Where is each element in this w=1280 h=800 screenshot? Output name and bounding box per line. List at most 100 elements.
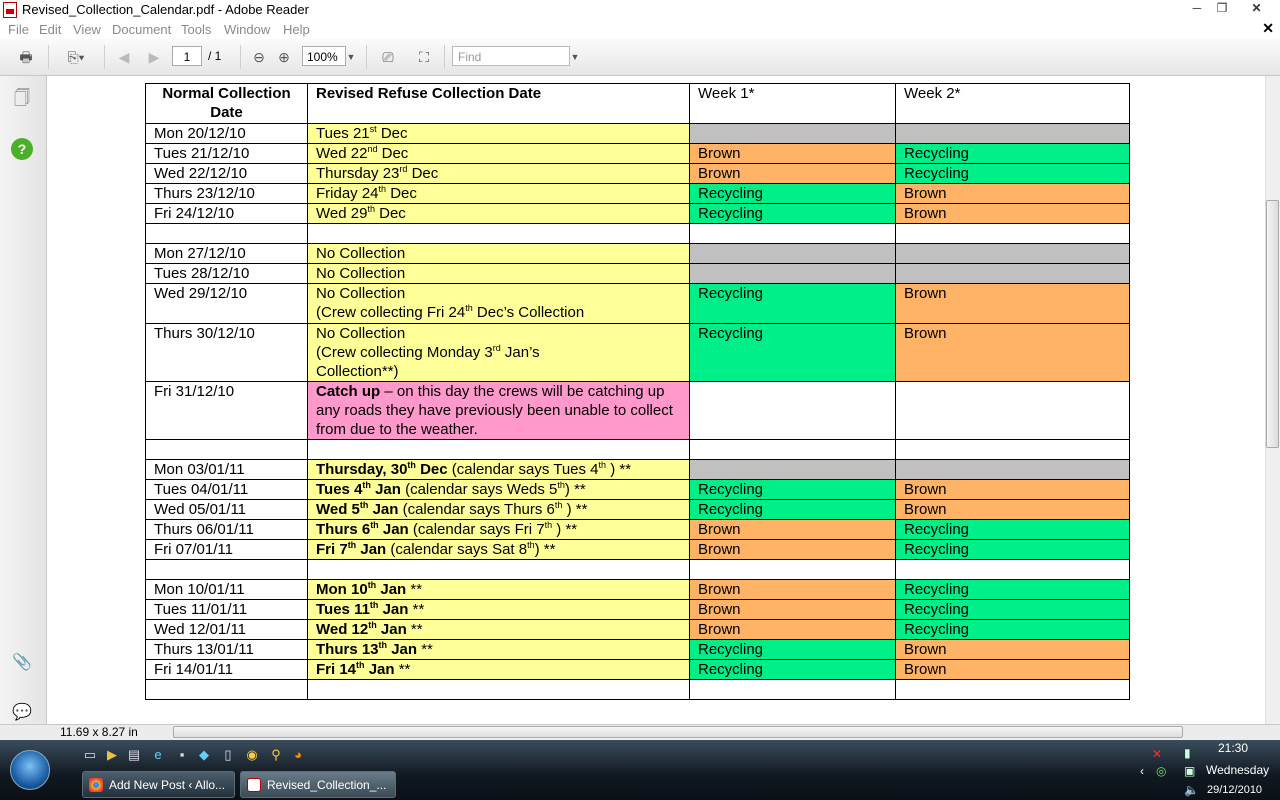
menu-file[interactable]: File — [8, 22, 29, 37]
revised-date-cell: Fri 14th Jan ** — [307, 659, 690, 680]
header-revised-date: Revised Refuse Collection Date — [307, 83, 690, 124]
table-row: Fri 24/12/10 Wed 29th Dec Recycling Brow… — [145, 203, 1130, 224]
search-icon[interactable]: ⚲ — [268, 747, 284, 763]
zoom-dropdown-chevron-icon[interactable]: ▼ — [346, 47, 356, 67]
volume-icon[interactable]: 🔈 — [1184, 783, 1199, 797]
week1-cell: Recycling — [689, 203, 896, 224]
show-hidden-icons-chevron-icon[interactable]: ‹ — [1140, 764, 1144, 778]
calendar-note: ** — [394, 661, 411, 678]
explorer-icon[interactable]: ▤ — [126, 747, 142, 763]
revised-text: Jan — [364, 661, 395, 678]
menu-view[interactable]: View — [73, 22, 101, 37]
pages-panel-icon[interactable]: 🗍 — [11, 88, 33, 110]
attachments-paperclip-icon[interactable]: 📎 — [11, 652, 33, 674]
page-size-label: 11.69 x 8.27 in — [60, 725, 138, 739]
toolbar-separator — [48, 45, 49, 69]
menu-help[interactable]: Help — [283, 22, 310, 37]
week2-cell: Brown — [895, 499, 1130, 520]
network-warning-icon[interactable]: ✕ — [1152, 747, 1162, 761]
header-week2: Week 2* — [895, 83, 1130, 124]
taskbar-task-browser[interactable]: Add New Post ‹ Allo... — [82, 771, 235, 798]
menu-document[interactable]: Document — [112, 22, 171, 37]
revised-text: Dec — [374, 205, 406, 222]
week1-cell — [689, 123, 896, 144]
clock-date[interactable]: 29/12/2010 — [1207, 784, 1262, 796]
previous-page-icon[interactable]: ◀ — [114, 47, 134, 67]
week1-cell: Recycling — [689, 283, 896, 324]
collaborate-icon[interactable]: ⎘▾ — [58, 47, 94, 67]
ie-icon[interactable]: e — [150, 747, 166, 763]
find-dropdown-chevron-icon[interactable]: ▼ — [570, 47, 580, 67]
revised-date-cell: Wed 29th Dec — [307, 203, 690, 224]
calendar-note: ** — [417, 641, 433, 658]
page-total-label: / 1 — [208, 49, 222, 63]
menu-tools[interactable]: Tools — [181, 22, 211, 37]
table-row: Tues 21/12/10 Wed 22nd Dec Brown Recycli… — [145, 143, 1130, 164]
catch-up-cell: Catch up – on this day the crews will be… — [307, 381, 690, 440]
clock-day[interactable]: Wednesday — [1206, 763, 1269, 777]
find-input[interactable]: Find — [452, 46, 570, 66]
clock-time[interactable]: 21:30 — [1218, 741, 1248, 755]
catch-up-label: Catch up — [316, 383, 381, 400]
firefox-icon[interactable]: ◕ — [290, 747, 306, 763]
fit-width-icon[interactable]: ⛶ — [414, 47, 434, 67]
menu-window[interactable]: Window — [224, 22, 270, 37]
revised-text: Jan’s — [500, 344, 540, 361]
cmd-icon[interactable]: ▪ — [174, 747, 190, 763]
calendar-note: ) ** — [606, 461, 632, 478]
task-label: Add New Post ‹ Allo... — [109, 778, 226, 792]
normal-date-cell: Fri 31/12/10 — [145, 381, 308, 440]
table-row: Thurs 06/01/11 Thurs 6th Jan (calendar s… — [145, 519, 1130, 540]
maximize-button[interactable]: ❐ — [1210, 0, 1234, 17]
zoom-out-icon[interactable]: ⊖ — [250, 47, 268, 67]
close-document-button[interactable]: ✕ — [1262, 20, 1274, 37]
network-icon[interactable]: ▣ — [1184, 764, 1195, 778]
revised-text: Fri 14 — [316, 661, 357, 678]
print-icon[interactable]: 🖶 — [14, 47, 38, 67]
media-player-icon[interactable]: ▶ — [104, 747, 120, 763]
week2-cell: Recycling — [895, 579, 1130, 600]
close-window-button[interactable]: ✕ — [1235, 0, 1278, 17]
start-button[interactable] — [10, 750, 50, 790]
taskbar-task-adobe-reader[interactable]: Revised_Collection_... — [240, 771, 396, 798]
menu-edit[interactable]: Edit — [39, 22, 61, 37]
week2-cell: Recycling — [895, 163, 1130, 184]
week2-cell: Brown — [895, 659, 1130, 680]
revised-date-cell: Fri 7th Jan (calendar says Sat 8th) ** — [307, 539, 690, 560]
comments-icon[interactable]: 💬 — [11, 702, 33, 724]
horizontal-scrollbar-thumb[interactable] — [173, 726, 1183, 738]
ordinal-suffix: th — [407, 460, 416, 470]
calendar-note: ) ** — [562, 501, 588, 518]
next-page-icon[interactable]: ▶ — [144, 47, 164, 67]
ordinal-suffix: th — [544, 520, 553, 530]
chrome-icon[interactable]: ◉ — [244, 747, 260, 763]
minimize-button[interactable]: ─ — [1185, 0, 1209, 17]
zoom-in-icon[interactable]: ⊕ — [275, 47, 293, 67]
calendar-note: (calendar says Tues 4 — [447, 461, 599, 478]
vertical-scrollbar-thumb[interactable] — [1266, 200, 1279, 448]
fit-page-icon[interactable]: ⎚ — [378, 47, 398, 67]
show-desktop-icon[interactable]: ▭ — [82, 747, 98, 763]
revised-text: Jan — [378, 601, 409, 618]
spacer-row — [145, 679, 1130, 700]
revised-text: Dec — [386, 185, 417, 202]
revised-text: Jan — [378, 521, 409, 538]
week2-cell: Brown — [895, 203, 1130, 224]
revised-text: Dec — [415, 461, 448, 478]
help-icon[interactable]: ? — [11, 138, 33, 160]
normal-date-cell: Mon 27/12/10 — [145, 243, 308, 264]
collection-calendar-table: Normal Collection Date Revised Refuse Co… — [145, 83, 1130, 700]
calendar-note: ) ** — [552, 521, 578, 538]
zoom-level-field[interactable]: 100% — [302, 46, 346, 66]
document-icon[interactable]: ▯ — [220, 747, 236, 763]
revised-text: Friday 24 — [316, 185, 379, 202]
security-icon[interactable]: ◎ — [1156, 764, 1166, 778]
revised-date-cell: Tues 11th Jan ** — [307, 599, 690, 620]
week1-cell — [689, 243, 896, 264]
week1-cell: Recycling — [689, 183, 896, 204]
page-number-input[interactable]: 1 — [172, 46, 202, 66]
app-icon[interactable]: ◆ — [196, 747, 212, 763]
battery-icon[interactable]: ▮ — [1184, 746, 1191, 760]
week1-cell: Brown — [689, 519, 896, 540]
normal-date-cell: Mon 03/01/11 — [145, 459, 308, 480]
